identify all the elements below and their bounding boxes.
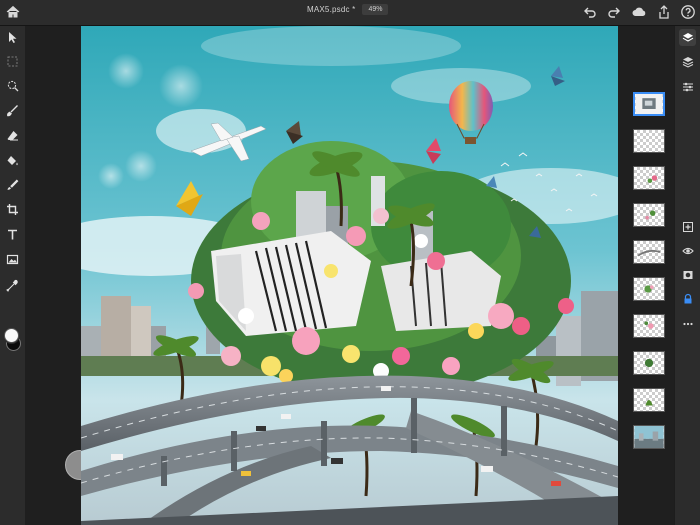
layer-thumbnail-9[interactable] — [633, 388, 665, 412]
zoom-level[interactable]: 49% — [362, 4, 389, 15]
layer-thumbnail-6[interactable] — [633, 277, 665, 301]
top-bar: MAX5.psdc * 49% — [0, 0, 700, 26]
layer-thumbnail-1[interactable] — [633, 92, 665, 116]
select-icon[interactable] — [4, 29, 21, 46]
layer-properties-icon[interactable] — [679, 53, 696, 70]
crop-icon[interactable] — [4, 201, 21, 218]
help-icon[interactable] — [680, 4, 696, 20]
quick-select-icon[interactable] — [4, 77, 21, 94]
more-icon[interactable] — [679, 315, 696, 332]
adjustments-icon[interactable] — [679, 78, 696, 95]
layer-thumbnail-10[interactable] — [633, 425, 665, 449]
mask-icon[interactable] — [679, 266, 696, 283]
layer-thumbnail-3[interactable] — [633, 166, 665, 190]
lock-icon[interactable] — [679, 290, 696, 307]
home-icon[interactable] — [4, 3, 22, 21]
collage-artwork — [81, 26, 618, 525]
layers-icon[interactable] — [679, 29, 696, 46]
document-canvas[interactable] — [81, 26, 618, 525]
marquee-icon[interactable] — [4, 53, 21, 70]
foreground-color-swatch[interactable] — [4, 328, 19, 343]
eyedropper-icon[interactable] — [4, 277, 21, 294]
visibility-icon[interactable] — [679, 242, 696, 259]
redo-icon[interactable] — [606, 4, 622, 20]
document-title[interactable]: MAX5.psdc * — [307, 5, 355, 14]
place-image-icon[interactable] — [4, 251, 21, 268]
type-icon[interactable] — [4, 226, 21, 243]
share-icon[interactable] — [656, 4, 672, 20]
brush-icon[interactable] — [4, 102, 21, 119]
layer-thumbnail-5[interactable] — [633, 240, 665, 264]
clone-stamp-icon[interactable] — [4, 176, 21, 193]
layer-thumbnail-7[interactable] — [633, 314, 665, 338]
document-title-area: MAX5.psdc * 49% — [307, 4, 389, 15]
cloud-icon[interactable] — [631, 4, 647, 20]
fill-icon[interactable] — [4, 152, 21, 169]
right-panel — [675, 26, 700, 525]
layer-thumbnail-2[interactable] — [633, 129, 665, 153]
left-toolbar — [0, 26, 25, 525]
add-layer-icon[interactable] — [679, 218, 696, 235]
layer-thumbnail-4[interactable] — [633, 203, 665, 227]
layer-thumbnail-8[interactable] — [633, 351, 665, 375]
eraser-icon[interactable] — [4, 127, 21, 144]
undo-icon[interactable] — [582, 4, 598, 20]
